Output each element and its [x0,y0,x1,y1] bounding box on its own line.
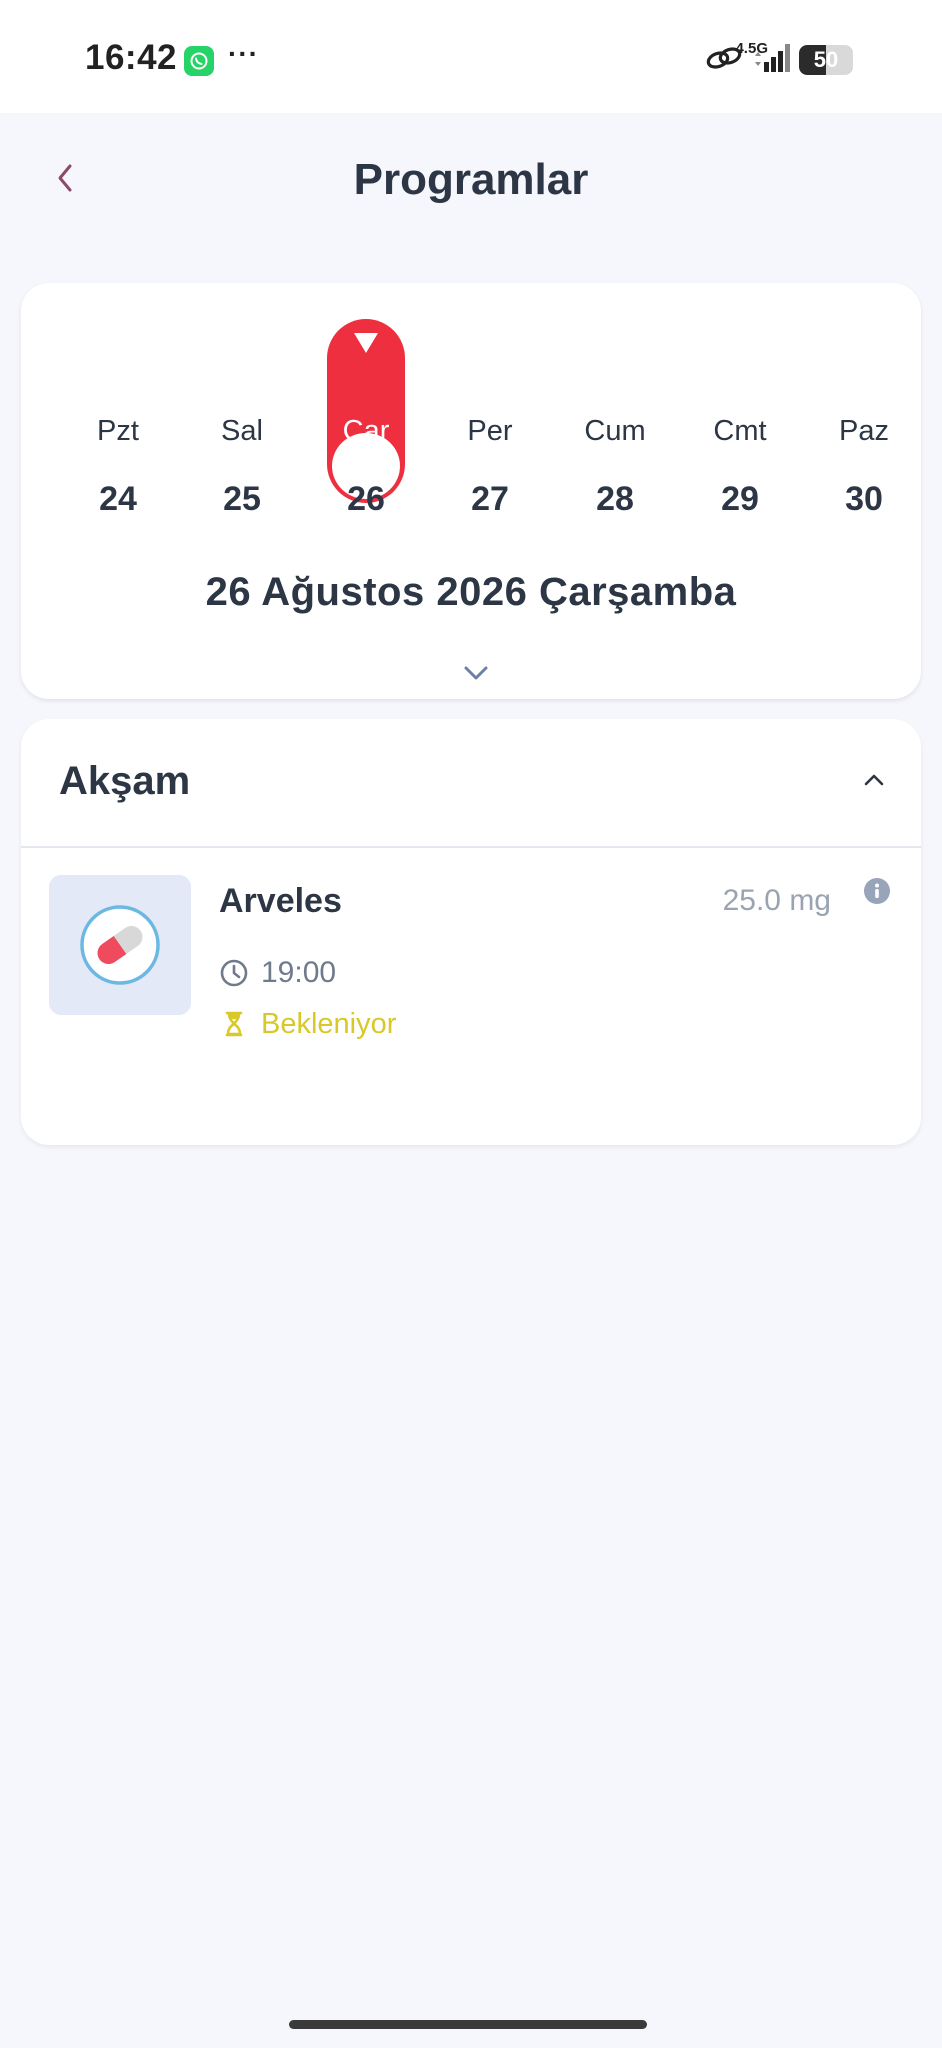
calendar-day[interactable]: Cum 28 [576,319,654,518]
hourglass-icon [225,1011,243,1037]
section-title: Akşam [59,759,191,803]
system-icons: 50 [705,40,853,80]
clock-icon [220,959,248,987]
medication-status: Bekleniyor [261,1007,397,1040]
section-header[interactable]: Akşam [21,719,921,847]
medication-time-row: 19:00 [219,953,336,993]
calendar-day[interactable]: Sal 25 [203,319,281,518]
day-number: 30 [845,480,883,518]
day-number: 24 [99,480,137,518]
battery-icon: 50 [799,45,853,75]
medication-thumbnail [49,875,191,1015]
day-number: 28 [596,480,634,518]
day-name: Per [467,415,513,447]
battery-level: 50 [813,47,839,72]
page-title: Programlar [353,155,589,204]
calendar-day[interactable]: Per 27 [451,319,529,518]
day-number: 27 [471,480,509,518]
more-notifications-icon: ··· [228,38,259,69]
day-name: Cmt [713,415,767,447]
pill-capsule-icon [80,905,160,985]
medication-item[interactable]: Arveles 25.0 mg 19:00 Bekleniyor [21,848,921,1048]
week-strip: Pzt 24 Sal 25 Çar 26 Per 27 Cum 28 Cmt 29 Paz 30 [21,319,921,518]
medication-time: 19:00 [261,956,337,989]
expand-calendar-button[interactable] [461,663,491,683]
day-name: Cum [584,415,646,447]
calendar-day[interactable]: Cmt 29 [701,319,779,518]
chevron-up-icon[interactable] [861,771,887,789]
day-number: 29 [721,480,759,518]
home-indicator[interactable] [289,2020,647,2029]
day-name: Paz [839,415,889,447]
today-marker-icon [354,333,378,353]
calendar-day[interactable]: Paz 30 [825,319,903,518]
status-time: 16:42 [85,38,178,77]
chevron-down-icon [464,666,488,680]
medication-name: Arveles [219,882,342,920]
signal-icon [751,42,791,79]
calendar-day[interactable]: Pzt 24 [79,319,157,518]
day-name: Pzt [97,415,139,447]
schedule-section-evening: Akşam Arveles 25.0 mg 19:00 Bekleniyor [21,719,921,1145]
whatsapp-icon [184,46,214,76]
info-icon[interactable] [863,877,891,905]
day-name: Çar [342,415,390,447]
day-number: 26 [347,480,385,518]
link-icon [705,45,743,76]
selected-date-label: 26 Ağustos 2026 Çarşamba [205,570,737,614]
day-number: 25 [223,480,261,518]
week-calendar-card: Pzt 24 Sal 25 Çar 26 Per 27 Cum 28 Cmt 29 Paz 30 26 A… [21,283,921,699]
app-header: Programlar [0,113,942,253]
day-name: Sal [221,415,263,447]
medication-dose: 25.0 mg [722,884,831,917]
medication-status-row: Bekleniyor [219,1004,396,1044]
status-bar: 16:42 ··· 4.5G 50 [0,0,942,113]
calendar-day-selected[interactable]: Çar 26 [327,319,405,518]
